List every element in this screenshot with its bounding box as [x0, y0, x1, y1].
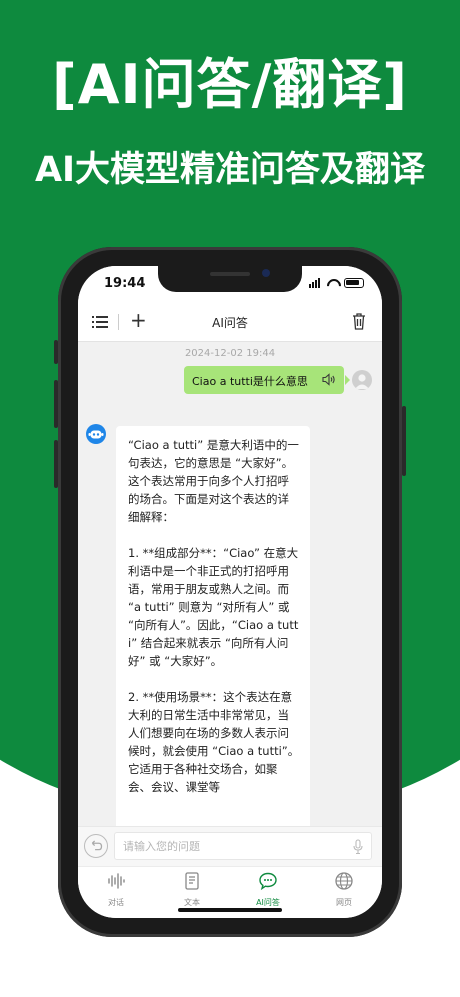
- front-camera: [262, 269, 270, 277]
- question-input[interactable]: [123, 838, 343, 854]
- notch: [158, 266, 302, 292]
- bot-message-paragraph: 1. **组成部分**：“Ciao” 在意大利语中是一个非正式的打招呼用语，常用…: [128, 546, 299, 668]
- phone-volume-down: [54, 440, 58, 488]
- tab-dialogue[interactable]: 对话: [78, 871, 154, 911]
- wifi-icon: [326, 279, 338, 288]
- play-audio-speaker-icon[interactable]: [322, 373, 336, 386]
- user-message-text: Ciao a tutti是什么意思: [192, 375, 308, 388]
- bot-message-bubble: “Ciao a tutti” 是意大利语中的一句表达，它的意思是 “大家好”。这…: [116, 426, 310, 826]
- promo-subline: AI大模型精准问答及翻译: [34, 150, 426, 190]
- phone-screen: 19:44 + AI问答 2024-12-02 19:44 Ciao a tut…: [78, 266, 382, 918]
- bot-avatar-icon: [86, 424, 106, 444]
- waveform-icon: [108, 873, 125, 889]
- tab-label: 对话: [108, 898, 124, 907]
- promo-headline: [AI问答/翻译]: [52, 53, 408, 116]
- phone-volume-up: [54, 380, 58, 428]
- message-timestamp: 2024-12-02 19:44: [184, 348, 276, 359]
- nav-bar: + AI问答: [78, 302, 382, 342]
- phone-power-button: [402, 406, 406, 476]
- user-avatar: [352, 370, 372, 390]
- trash-icon[interactable]: [352, 312, 366, 330]
- battery-icon: [344, 278, 364, 288]
- phone-mute-switch: [54, 340, 58, 364]
- status-time: 19:44: [104, 276, 146, 291]
- document-icon: [185, 872, 199, 890]
- input-bar: [78, 826, 382, 866]
- bot-message-paragraph: “Ciao a tutti” 是意大利语中的一句表达，它的意思是 “大家好”。这…: [128, 438, 299, 524]
- microphone-icon[interactable]: [353, 839, 363, 855]
- tab-label: AI问答: [256, 898, 280, 907]
- cellular-signal-icon: [309, 278, 320, 288]
- tab-label: 文本: [184, 898, 200, 907]
- tab-web[interactable]: 网页: [306, 871, 382, 911]
- bot-message-paragraph: 2. **使用场景**：这个表达在意大利的日常生活中非常常见，当人们想要向在场的…: [128, 690, 300, 794]
- tab-text[interactable]: 文本: [154, 871, 230, 911]
- chat-area[interactable]: 2024-12-02 19:44 Ciao a tutti是什么意思 “Ciao…: [78, 342, 382, 826]
- home-indicator: [178, 908, 282, 912]
- tab-ai-qa[interactable]: AI问答: [230, 871, 306, 911]
- user-message-bubble: Ciao a tutti是什么意思: [184, 366, 350, 394]
- question-input-box: [114, 832, 372, 860]
- tab-label: 网页: [336, 898, 352, 907]
- earpiece-speaker: [210, 272, 250, 276]
- page-title: AI问答: [212, 316, 248, 330]
- globe-icon: [335, 872, 353, 890]
- chat-bubble-icon: [259, 872, 277, 891]
- back-arrow-icon[interactable]: [84, 834, 108, 858]
